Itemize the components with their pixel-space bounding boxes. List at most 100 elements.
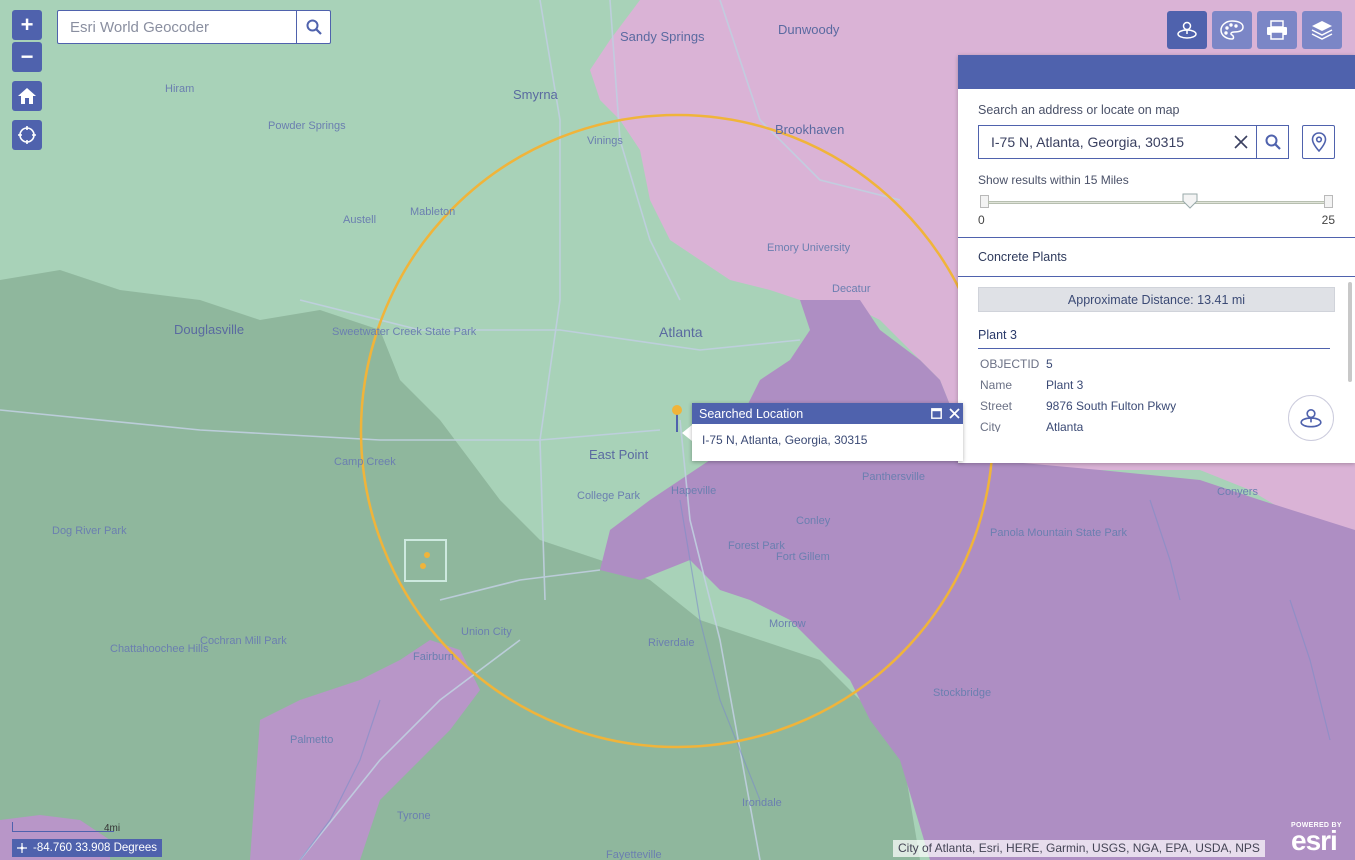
label-east-point: East Point	[589, 447, 649, 462]
attribute-value: 5	[1046, 357, 1053, 371]
label-panola: Panola Mountain State Park	[990, 527, 1127, 539]
home-button[interactable]	[12, 81, 42, 111]
home-icon	[18, 88, 36, 104]
layer-title[interactable]: Concrete Plants	[958, 238, 1355, 276]
label-smyrna: Smyrna	[513, 87, 559, 102]
label-mableton: Mableton	[410, 206, 455, 218]
close-icon	[1234, 135, 1248, 149]
label-riverdale: Riverdale	[648, 637, 694, 649]
slider-max-arrow[interactable]	[1324, 195, 1333, 208]
esri-wordmark: esri	[1291, 825, 1338, 856]
label-decatur: Decatur	[832, 283, 871, 295]
radius-label: Show results within 15 Miles	[978, 173, 1129, 187]
attribute-value: Atlanta	[1046, 420, 1084, 432]
label-dog-river: Dog River Park	[52, 525, 127, 537]
panel-header	[958, 55, 1355, 89]
attribute-key: OBJECTID	[980, 357, 1040, 371]
zoom-in-icon: +	[20, 12, 34, 37]
label-palmetto: Palmetto	[290, 734, 333, 746]
label-camp-creek: Camp Creek	[334, 456, 396, 468]
plant-point[interactable]	[420, 563, 426, 569]
near-me-panel: Search an address or locate on map Show …	[958, 55, 1355, 463]
label-college-park: College Park	[577, 490, 640, 502]
attribute-value: Plant 3	[1046, 378, 1084, 392]
print-icon	[1267, 20, 1287, 40]
label-emory: Emory University	[767, 242, 851, 254]
address-search	[978, 125, 1290, 159]
search-icon	[1265, 134, 1281, 150]
crosshair-icon	[17, 843, 27, 853]
label-fairburn: Fairburn	[413, 651, 454, 663]
slider-max-label: 25	[1321, 213, 1335, 227]
plant-point[interactable]	[424, 552, 430, 558]
label-stockbridge: Stockbridge	[933, 687, 991, 699]
panel-scrollbar[interactable]	[1348, 282, 1352, 382]
label-dunwoody: Dunwoody	[778, 22, 840, 37]
near-me-tool-button[interactable]	[1167, 11, 1207, 49]
label-union-city: Union City	[461, 626, 512, 638]
label-irondale: Irondale	[742, 797, 782, 809]
locate-on-map-button[interactable]	[1302, 125, 1335, 159]
attribute-key: Name	[980, 378, 1013, 392]
geocoder-input[interactable]	[58, 11, 296, 43]
label-sweetwater: Sweetwater Creek State Park	[332, 326, 477, 338]
attribute-row: OBJECTID 5	[980, 357, 1355, 378]
search-label: Search an address or locate on map	[978, 103, 1180, 117]
close-icon	[948, 408, 960, 419]
clear-search-button[interactable]	[1226, 126, 1256, 158]
geocoder-search-button[interactable]	[296, 11, 330, 43]
layers-icon	[1311, 21, 1333, 40]
basemap-tool-button[interactable]	[1212, 11, 1252, 49]
zoom-out-icon: −	[20, 44, 34, 69]
label-conley: Conley	[796, 515, 831, 527]
searched-location-popup: Searched Location I-75 N, Atlanta, Georg…	[692, 403, 963, 461]
label-fort-gillem: Fort Gillem	[776, 551, 830, 563]
label-vinings: Vinings	[587, 135, 623, 147]
slider-thumb[interactable]	[1182, 193, 1198, 209]
label-tyrone: Tyrone	[397, 810, 431, 822]
searched-location-marker[interactable]	[672, 405, 682, 415]
scale-bar	[12, 822, 114, 832]
map-attribution[interactable]: City of Atlanta, Esri, HERE, Garmin, USG…	[893, 840, 1265, 857]
popup-pointer	[682, 425, 692, 441]
coordinates-readout[interactable]: -84.760 33.908 Degrees	[12, 839, 163, 857]
label-powder-springs: Powder Springs	[268, 120, 346, 132]
slider-min-label: 0	[978, 213, 985, 227]
coordinates-text: -84.760 33.908 Degrees	[33, 842, 158, 854]
layers-tool-button[interactable]	[1302, 11, 1342, 49]
attribute-value: 9876 South Fulton Pkwy	[1046, 399, 1177, 413]
zoom-out-button[interactable]: −	[12, 42, 42, 72]
popup-title: Searched Location	[699, 406, 804, 421]
slider-track[interactable]	[988, 201, 1325, 204]
popup-close-button[interactable]	[945, 408, 963, 419]
label-hiram: Hiram	[165, 83, 194, 95]
zoom-to-feature-button[interactable]	[1288, 395, 1334, 441]
scale-label: 4mi	[104, 823, 121, 834]
label-chattahoochee-hills: Chattahoochee Hills	[110, 643, 209, 655]
attribute-row: Name Plant 3	[980, 378, 1355, 399]
feature-title: Plant 3	[978, 328, 1330, 349]
maximize-button[interactable]	[927, 408, 945, 419]
near-me-icon	[1177, 21, 1197, 39]
label-sandy-springs: Sandy Springs	[620, 29, 705, 44]
label-panthersville: Panthersville	[862, 471, 925, 483]
attribute-key: Street	[980, 399, 1013, 413]
label-brookhaven: Brookhaven	[775, 122, 844, 137]
label-hapeville: Hapeville	[671, 485, 716, 497]
address-search-button[interactable]	[1256, 126, 1288, 158]
esri-logo[interactable]: POWERED BY esri	[1291, 822, 1342, 856]
label-douglasville: Douglasville	[174, 322, 244, 337]
print-tool-button[interactable]	[1257, 11, 1297, 49]
label-conyers: Conyers	[1217, 486, 1258, 498]
maximize-icon	[930, 408, 942, 419]
near-me-icon	[1300, 409, 1322, 428]
geocoder-search	[57, 10, 331, 44]
basemap-icon	[1220, 20, 1244, 40]
label-morrow: Morrow	[769, 618, 806, 630]
zoom-in-button[interactable]: +	[12, 10, 42, 40]
radius-slider[interactable]	[978, 193, 1335, 213]
map-pin-icon	[1311, 132, 1326, 152]
address-search-input[interactable]	[979, 126, 1227, 158]
label-cochran-mill: Cochran Mill Park	[200, 635, 287, 647]
locate-button[interactable]	[12, 120, 42, 150]
